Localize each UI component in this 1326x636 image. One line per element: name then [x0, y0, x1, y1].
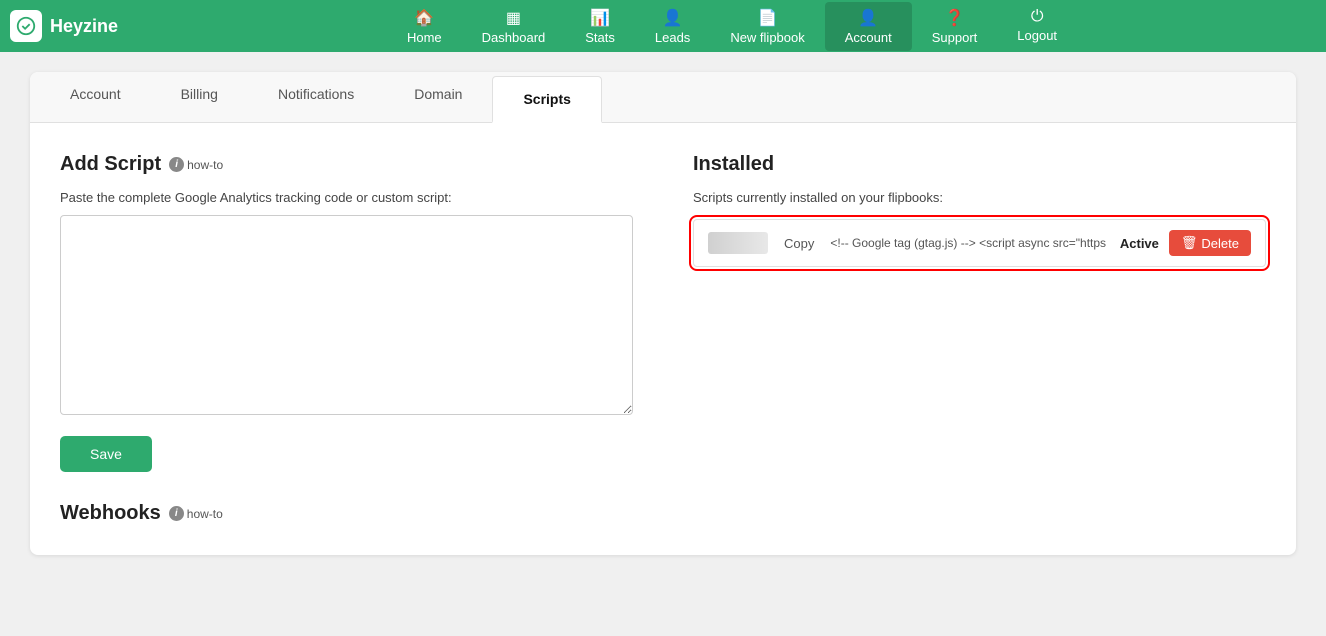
copy-button[interactable]: Copy [778, 234, 820, 253]
nav-item-leads[interactable]: 👤 Leads [635, 2, 710, 51]
script-code-preview: <!-- Google tag (gtag.js) --> <script as… [830, 236, 1110, 250]
nav-label-support: Support [932, 30, 978, 45]
stats-icon: 📊 [590, 8, 610, 28]
installed-description: Scripts currently installed on your flip… [693, 190, 1266, 205]
top-navigation: Heyzine 🏠 Home ▦ Dashboard 📊 Stats 👤 Lea… [0, 0, 1326, 52]
active-badge: Active [1120, 236, 1159, 251]
webhooks-title: Webhooks i how-to [60, 502, 1266, 525]
delete-button[interactable]: 🗑 Delete [1169, 230, 1251, 256]
nav-item-dashboard[interactable]: ▦ Dashboard [462, 2, 566, 51]
leads-icon: 👤 [663, 8, 683, 28]
nav-label-home: Home [407, 30, 442, 45]
installed-title: Installed [693, 153, 1266, 176]
nav-label-logout: Logout [1017, 28, 1057, 43]
tab-notifications[interactable]: Notifications [248, 72, 384, 123]
scripts-body: Add Script i how-to Paste the complete G… [30, 123, 1296, 502]
script-description: Paste the complete Google Analytics trac… [60, 190, 633, 205]
nav-item-home[interactable]: 🏠 Home [387, 2, 462, 51]
nav-label-new-flipbook: New flipbook [730, 30, 804, 45]
account-icon: 👤 [858, 8, 878, 28]
tab-scripts[interactable]: Scripts [492, 76, 601, 123]
main-content: Account Billing Notifications Domain Scr… [0, 52, 1326, 575]
script-textarea[interactable] [60, 215, 633, 415]
nav-label-leads: Leads [655, 30, 690, 45]
tab-domain[interactable]: Domain [384, 72, 492, 123]
settings-card: Account Billing Notifications Domain Scr… [30, 72, 1296, 555]
nav-item-account[interactable]: 👤 Account [825, 2, 912, 51]
nav-item-new-flipbook[interactable]: 📄 New flipbook [710, 2, 824, 51]
nav-label-dashboard: Dashboard [482, 30, 546, 45]
nav-item-logout[interactable]: ⏻ Logout [997, 2, 1077, 51]
howto-badge[interactable]: i how-to [169, 157, 223, 172]
script-row: Copy <!-- Google tag (gtag.js) --> <scri… [693, 219, 1266, 267]
nav-item-support[interactable]: ❓ Support [912, 2, 998, 51]
nav-item-stats[interactable]: 📊 Stats [565, 2, 635, 51]
brand-name: Heyzine [50, 16, 118, 37]
installed-list: Copy <!-- Google tag (gtag.js) --> <scri… [693, 219, 1266, 267]
support-icon: ❓ [945, 8, 965, 28]
webhooks-info-icon: i [169, 506, 184, 521]
trash-icon: 🗑 [1181, 235, 1198, 251]
webhooks-howto-badge[interactable]: i how-to [169, 506, 223, 521]
add-script-section: Add Script i how-to Paste the complete G… [60, 153, 633, 472]
home-icon: 🏠 [414, 8, 434, 28]
tab-billing[interactable]: Billing [151, 72, 248, 123]
save-button[interactable]: Save [60, 436, 152, 472]
logout-icon: ⏻ [1031, 8, 1044, 26]
tabs-container: Account Billing Notifications Domain Scr… [30, 72, 1296, 123]
brand-icon [10, 10, 42, 42]
nav-label-account: Account [845, 30, 892, 45]
nav-items-container: 🏠 Home ▦ Dashboard 📊 Stats 👤 Leads 📄 New… [148, 2, 1316, 51]
flipbook-icon: 📄 [758, 8, 778, 28]
script-thumbnail [708, 232, 768, 254]
tab-account[interactable]: Account [40, 72, 151, 123]
installed-section: Installed Scripts currently installed on… [693, 153, 1266, 472]
info-icon: i [169, 157, 184, 172]
brand-logo[interactable]: Heyzine [10, 10, 118, 42]
add-script-title: Add Script i how-to [60, 153, 633, 176]
dashboard-icon: ▦ [506, 8, 521, 28]
nav-label-stats: Stats [585, 30, 615, 45]
webhooks-section: Webhooks i how-to [30, 502, 1296, 555]
